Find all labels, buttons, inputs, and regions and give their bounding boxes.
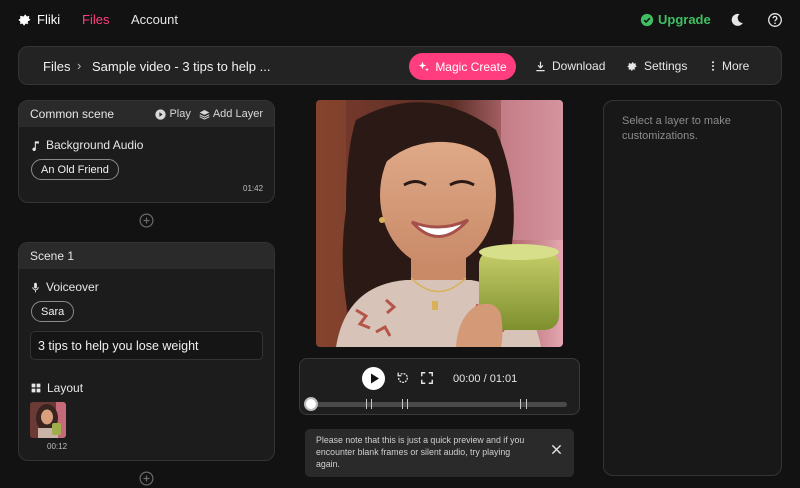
upgrade-label: Upgrade bbox=[658, 12, 711, 27]
scene-duration: 01:42 bbox=[243, 184, 264, 193]
more-label: More bbox=[722, 59, 750, 73]
brand[interactable]: Fliki bbox=[18, 12, 60, 27]
common-scene-header: Common scene Play Add Layer bbox=[19, 101, 274, 127]
settings-button[interactable]: Settings bbox=[627, 59, 687, 73]
scene-1-header: Scene 1 bbox=[19, 243, 274, 269]
voiceover-label: Voiceover bbox=[46, 280, 99, 294]
fullscreen-icon[interactable] bbox=[420, 371, 434, 385]
download-button[interactable]: Download bbox=[535, 59, 605, 73]
common-scene-title: Common scene bbox=[30, 107, 115, 121]
play-icon bbox=[155, 108, 167, 120]
audio-track-pill[interactable]: An Old Friend bbox=[31, 159, 119, 180]
play-label: Play bbox=[169, 108, 191, 120]
brand-name: Fliki bbox=[37, 12, 61, 27]
time-readout: 00:00 / 01:01 bbox=[453, 373, 518, 385]
play-scene-button[interactable]: Play bbox=[155, 108, 191, 120]
add-layer-button[interactable]: Add Layer bbox=[199, 108, 263, 120]
layout-row[interactable]: Layout bbox=[31, 381, 83, 395]
background-audio-label: Background Audio bbox=[46, 138, 144, 152]
thumbnail-image bbox=[30, 402, 66, 438]
music-note-icon bbox=[32, 140, 39, 151]
add-scene-icon[interactable] bbox=[139, 213, 154, 228]
background-audio-row[interactable]: Background Audio bbox=[31, 138, 143, 152]
download-label: Download bbox=[552, 59, 606, 73]
gear-icon bbox=[18, 14, 31, 25]
nav-account[interactable]: Account bbox=[131, 12, 178, 27]
magic-create-label: Magic Create bbox=[435, 59, 507, 74]
notice-text: Please note that this is just a quick pr… bbox=[316, 435, 525, 469]
scene-marker bbox=[371, 399, 372, 409]
sparkle-icon bbox=[419, 61, 430, 71]
magic-create-button[interactable]: Magic Create bbox=[409, 53, 516, 80]
check-badge-icon bbox=[640, 13, 654, 26]
customization-hint: Select a layer to make customizations. bbox=[622, 115, 731, 142]
voiceover-row[interactable]: Voiceover bbox=[31, 280, 99, 294]
breadcrumb-files[interactable]: Files bbox=[43, 59, 70, 74]
progress-knob[interactable] bbox=[304, 397, 318, 411]
play-button[interactable] bbox=[362, 367, 385, 390]
preview-frame bbox=[316, 100, 563, 347]
progress-track[interactable] bbox=[312, 402, 567, 407]
file-toolbar: Files › Sample video - 3 tips to help ..… bbox=[18, 46, 782, 85]
file-title[interactable]: Sample video - 3 tips to help ... bbox=[92, 59, 270, 74]
video-preview[interactable] bbox=[316, 100, 563, 347]
moon-icon[interactable] bbox=[729, 12, 745, 28]
scene-1-card[interactable]: Scene 1 Voiceover Sara 3 tips to help yo… bbox=[18, 242, 275, 461]
scene-marker bbox=[526, 399, 527, 409]
settings-label: Settings bbox=[644, 59, 688, 73]
more-button[interactable]: More bbox=[710, 59, 749, 73]
replay-icon[interactable] bbox=[396, 371, 410, 385]
upgrade-button[interactable]: Upgrade bbox=[640, 12, 711, 27]
player-controls: 00:00 / 01:01 bbox=[299, 358, 580, 415]
customization-panel: Select a layer to make customizations. bbox=[603, 100, 782, 476]
scene-marker bbox=[520, 399, 521, 409]
common-scene-card[interactable]: Common scene Play Add Layer Background A… bbox=[18, 100, 275, 203]
top-nav: Fliki Files Account Upgrade bbox=[0, 0, 800, 40]
download-icon bbox=[536, 61, 545, 71]
scene-1-title: Scene 1 bbox=[30, 249, 75, 263]
play-icon bbox=[371, 373, 379, 384]
mic-icon bbox=[32, 282, 39, 292]
add-scene-icon[interactable] bbox=[139, 471, 154, 486]
scene-marker bbox=[402, 399, 403, 409]
preview-notice: Please note that this is just a quick pr… bbox=[305, 429, 574, 477]
layers-icon bbox=[199, 109, 210, 120]
voice-pill[interactable]: Sara bbox=[31, 301, 75, 322]
more-icon bbox=[711, 61, 715, 71]
breadcrumb-separator: › bbox=[77, 58, 82, 73]
media-duration: 00:12 bbox=[47, 442, 68, 451]
add-layer-label: Add Layer bbox=[212, 108, 263, 120]
settings-icon bbox=[627, 61, 637, 71]
scene-marker bbox=[366, 399, 367, 409]
layout-label: Layout bbox=[47, 381, 84, 395]
scene-script-input[interactable]: 3 tips to help you lose weight bbox=[30, 331, 263, 360]
media-thumbnail[interactable] bbox=[30, 402, 66, 438]
nav-files[interactable]: Files bbox=[82, 12, 109, 27]
help-icon[interactable] bbox=[767, 12, 783, 28]
scene-marker bbox=[407, 399, 408, 409]
close-icon[interactable] bbox=[551, 444, 562, 455]
layout-grid-icon bbox=[31, 383, 41, 393]
